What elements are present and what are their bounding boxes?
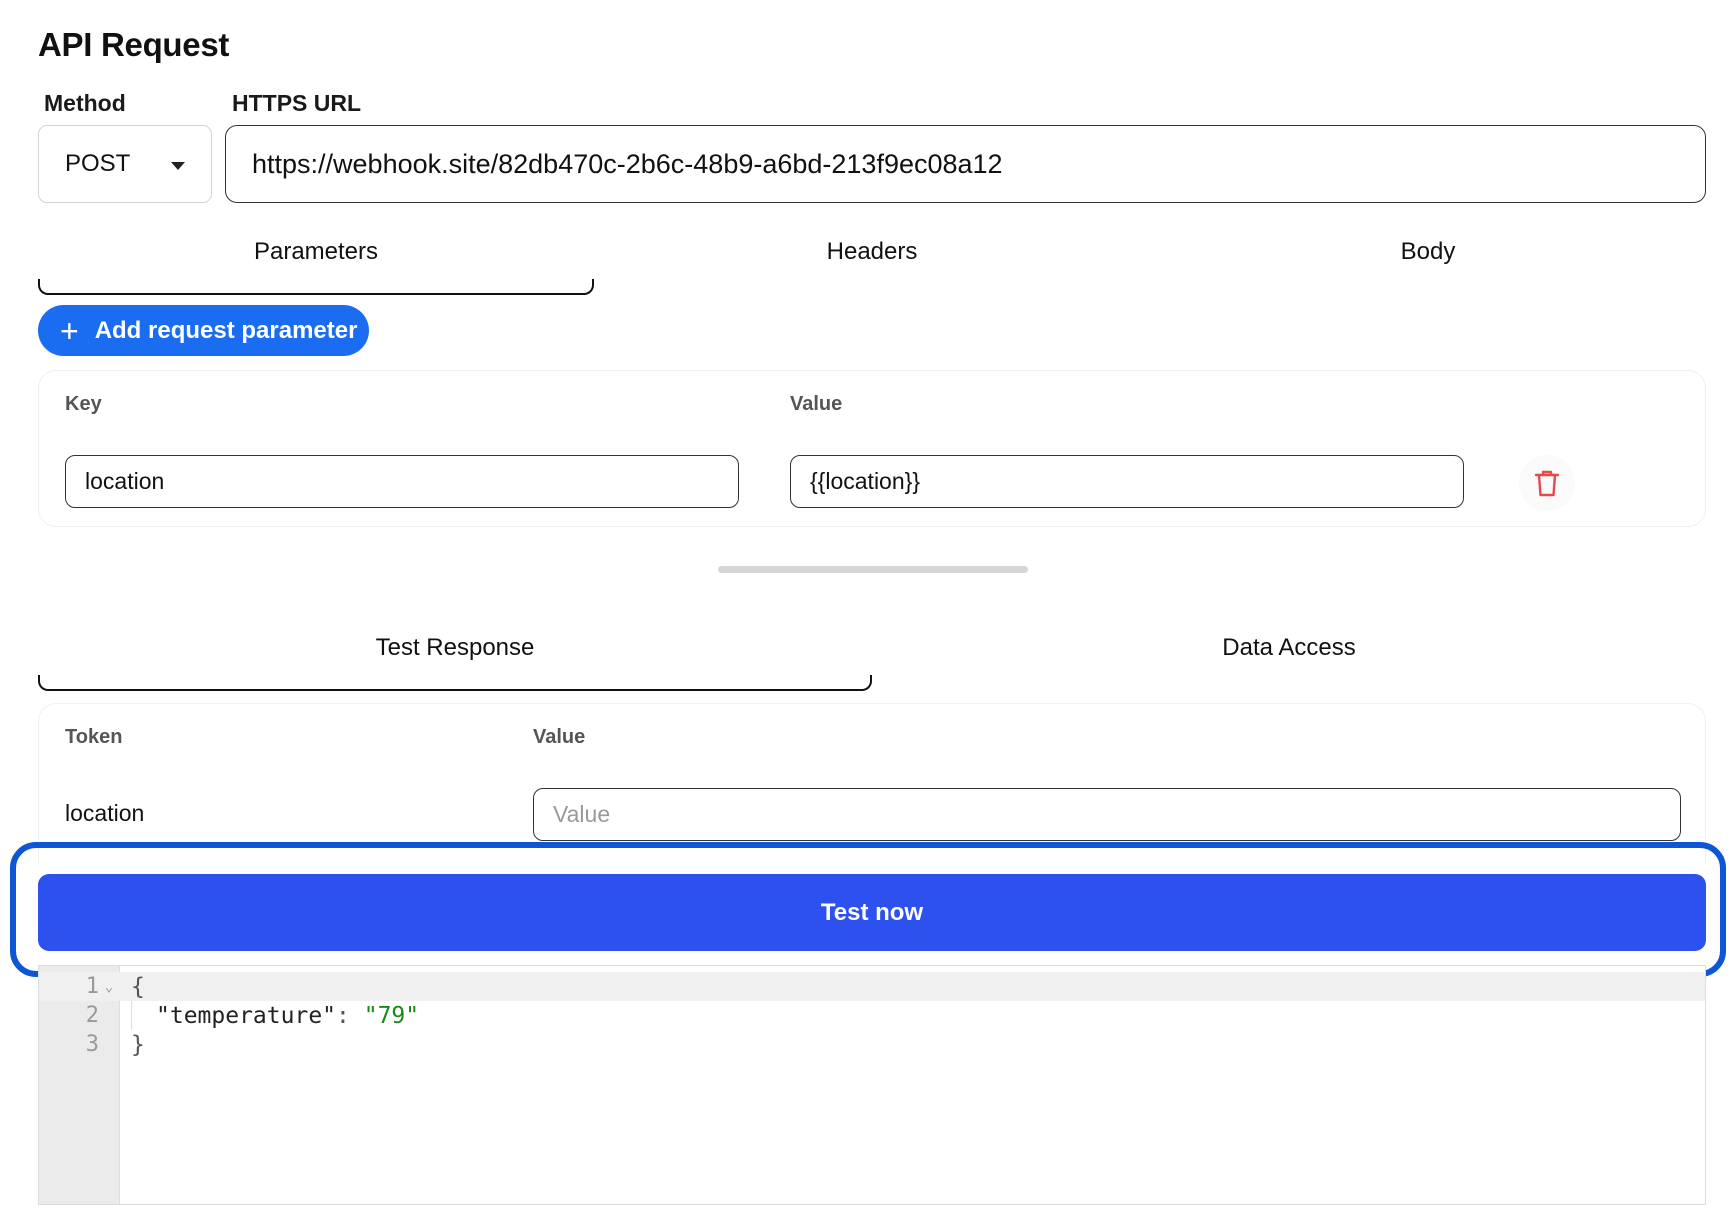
chevron-down-icon (171, 162, 185, 170)
line-number: 2 (85, 1003, 99, 1028)
method-value: POST (65, 150, 131, 177)
delete-parameter-button[interactable] (1519, 455, 1575, 511)
key-column-header: Key (65, 393, 102, 415)
page-title: API Request (38, 26, 230, 63)
url-label: HTTPS URL (232, 90, 362, 116)
token-card: Token Value location (38, 703, 1706, 863)
method-select[interactable]: POST (38, 125, 212, 203)
json-key: "temperature" (156, 1002, 337, 1029)
value-column-header: Value (790, 393, 843, 415)
tab-headers[interactable]: Headers (594, 238, 1150, 270)
tab-test-response[interactable]: Test Response (38, 634, 872, 691)
trash-icon (1534, 470, 1560, 497)
url-value: https://webhook.site/82db470c-2b6c-48b9-… (252, 148, 1003, 179)
tab-body[interactable]: Body (1150, 238, 1706, 270)
parameter-value-input[interactable]: {{location}} (790, 455, 1464, 508)
response-code-editor[interactable]: 1 ⌄ { 2 "temperature": "79" 3 } (38, 965, 1706, 1205)
token-value-input[interactable] (533, 788, 1681, 841)
parameter-key-value: location (85, 468, 165, 494)
test-tabs: Test Response Data Access (38, 634, 1706, 691)
fold-chevron-icon[interactable]: ⌄ (99, 979, 119, 995)
request-tabs: Parameters Headers Body (38, 238, 1706, 295)
code-text: "temperature": "79" (156, 1003, 419, 1029)
code-text: { (131, 973, 145, 1000)
json-separator: : (336, 1002, 364, 1029)
add-request-parameter-label: Add request parameter (94, 316, 358, 344)
token-value-column-header: Value (533, 726, 586, 748)
url-input[interactable]: https://webhook.site/82db470c-2b6c-48b9-… (225, 125, 1706, 203)
tab-parameters[interactable]: Parameters (38, 238, 594, 295)
plus-icon: + (60, 312, 79, 349)
parameter-value-value: {{location}} (810, 468, 921, 494)
code-line: 2 "temperature": "79" (39, 1001, 1705, 1030)
token-column-header: Token (65, 726, 123, 748)
line-number: 1 (85, 974, 99, 999)
code-line: 1 ⌄ { (39, 972, 1705, 1001)
token-name: location (65, 800, 145, 826)
line-number: 3 (85, 1032, 99, 1057)
code-text: } (131, 1031, 145, 1058)
tab-data-access[interactable]: Data Access (872, 634, 1706, 666)
add-request-parameter-button[interactable]: + Add request parameter (38, 305, 369, 356)
method-label: Method (44, 90, 126, 116)
parameter-key-input[interactable]: location (65, 455, 739, 508)
code-line: 3 } (39, 1030, 1705, 1059)
parameters-card: Key Value location {{location}} (38, 370, 1706, 527)
resize-handle[interactable] (718, 566, 1028, 573)
test-now-button[interactable]: Test now (38, 874, 1706, 951)
json-string-value: "79" (363, 1002, 420, 1029)
indent-guide (131, 1001, 132, 1030)
